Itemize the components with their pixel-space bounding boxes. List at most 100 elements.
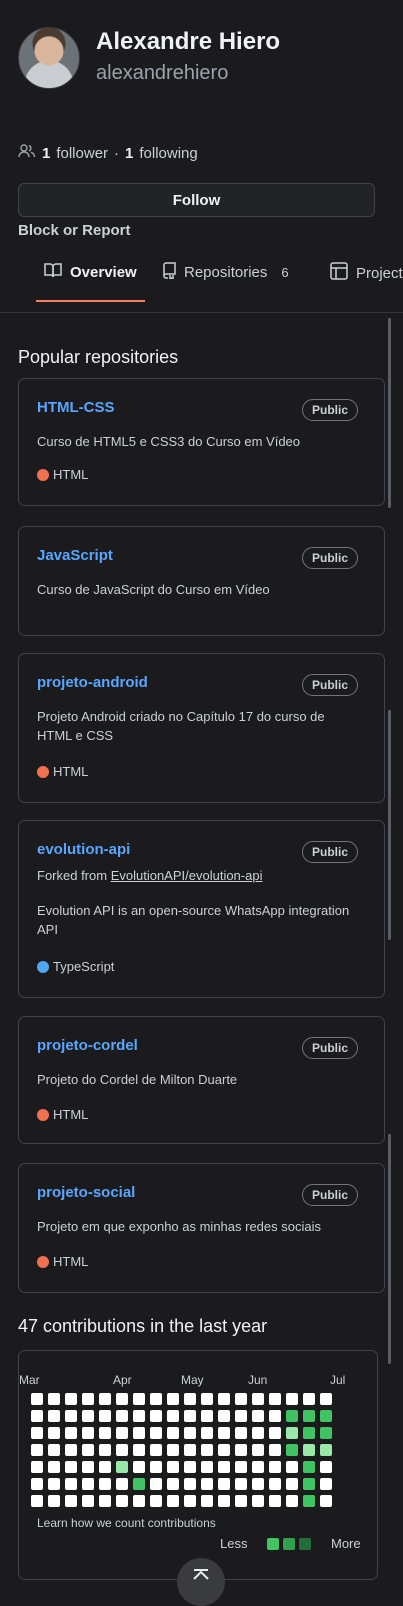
contribution-day[interactable] <box>218 1478 230 1490</box>
contribution-day[interactable] <box>286 1410 298 1422</box>
repo-name-link[interactable]: HTML-CSS <box>37 399 115 416</box>
contribution-day[interactable] <box>167 1461 179 1473</box>
contribution-day[interactable] <box>184 1478 196 1490</box>
contribution-day[interactable] <box>269 1393 281 1405</box>
contribution-day[interactable] <box>150 1478 162 1490</box>
contribution-day[interactable] <box>82 1427 94 1439</box>
contribution-day[interactable] <box>65 1495 77 1507</box>
contribution-day[interactable] <box>133 1393 145 1405</box>
contribution-day[interactable] <box>286 1495 298 1507</box>
contribution-day[interactable] <box>235 1444 247 1456</box>
contribution-day[interactable] <box>201 1444 213 1456</box>
contribution-day[interactable] <box>99 1478 111 1490</box>
tab-overview[interactable]: Overview <box>44 262 137 282</box>
contribution-day[interactable] <box>31 1393 43 1405</box>
contribution-day[interactable] <box>48 1410 60 1422</box>
repo-name-link[interactable]: JavaScript <box>37 547 113 564</box>
contribution-day[interactable] <box>167 1444 179 1456</box>
contribution-day[interactable] <box>252 1495 264 1507</box>
contribution-day[interactable] <box>48 1427 60 1439</box>
repo-name-link[interactable]: projeto-social <box>37 1184 135 1201</box>
contribution-day[interactable] <box>133 1478 145 1490</box>
contribution-day[interactable] <box>252 1410 264 1422</box>
contribution-day[interactable] <box>252 1478 264 1490</box>
contribution-day[interactable] <box>286 1444 298 1456</box>
contribution-day[interactable] <box>218 1393 230 1405</box>
contribution-day[interactable] <box>201 1393 213 1405</box>
repo-name-link[interactable]: evolution-api <box>37 841 130 858</box>
contribution-day[interactable] <box>235 1393 247 1405</box>
scrollbar-segment[interactable] <box>388 710 391 940</box>
contribution-day[interactable] <box>320 1393 332 1405</box>
contribution-day[interactable] <box>218 1410 230 1422</box>
contribution-day[interactable] <box>303 1410 315 1422</box>
contribution-day[interactable] <box>235 1495 247 1507</box>
scrollbar-segment[interactable] <box>388 1134 391 1364</box>
contribution-day[interactable] <box>269 1410 281 1422</box>
contribution-day[interactable] <box>286 1478 298 1490</box>
contribution-day[interactable] <box>286 1461 298 1473</box>
contribution-day[interactable] <box>150 1410 162 1422</box>
contribution-day[interactable] <box>99 1461 111 1473</box>
contribution-day[interactable] <box>303 1461 315 1473</box>
contribution-day[interactable] <box>48 1478 60 1490</box>
contribution-day[interactable] <box>303 1444 315 1456</box>
contribution-day[interactable] <box>133 1495 145 1507</box>
contribution-day[interactable] <box>218 1427 230 1439</box>
contribution-day[interactable] <box>31 1444 43 1456</box>
followers-line[interactable]: 1 follower · 1 following <box>18 144 198 162</box>
contribution-day[interactable] <box>184 1495 196 1507</box>
contribution-day[interactable] <box>167 1393 179 1405</box>
contribution-day[interactable] <box>269 1478 281 1490</box>
contribution-day[interactable] <box>201 1461 213 1473</box>
contribution-day[interactable] <box>99 1427 111 1439</box>
contribution-day[interactable] <box>133 1444 145 1456</box>
tab-projects[interactable]: Projects <box>330 262 403 284</box>
contribution-day[interactable] <box>150 1495 162 1507</box>
contribution-day[interactable] <box>320 1495 332 1507</box>
contribution-day[interactable] <box>320 1444 332 1456</box>
contribution-day[interactable] <box>133 1427 145 1439</box>
block-report-link[interactable]: Block or Report <box>18 222 131 239</box>
contribution-day[interactable] <box>167 1478 179 1490</box>
contribution-day[interactable] <box>65 1427 77 1439</box>
contribution-day[interactable] <box>303 1478 315 1490</box>
contribution-day[interactable] <box>184 1410 196 1422</box>
contribution-day[interactable] <box>65 1478 77 1490</box>
repo-name-link[interactable]: projeto-cordel <box>37 1037 138 1054</box>
contribution-day[interactable] <box>201 1410 213 1422</box>
contribution-day[interactable] <box>31 1495 43 1507</box>
contribution-day[interactable] <box>269 1444 281 1456</box>
contribution-day[interactable] <box>252 1461 264 1473</box>
contribution-day[interactable] <box>48 1444 60 1456</box>
contribution-day[interactable] <box>303 1495 315 1507</box>
contribution-day[interactable] <box>116 1427 128 1439</box>
contribution-day[interactable] <box>99 1393 111 1405</box>
contribution-day[interactable] <box>65 1393 77 1405</box>
contribution-day[interactable] <box>252 1427 264 1439</box>
contribution-day[interactable] <box>133 1461 145 1473</box>
contribution-day[interactable] <box>303 1393 315 1405</box>
contribution-day[interactable] <box>252 1393 264 1405</box>
contribution-day[interactable] <box>82 1410 94 1422</box>
contribution-day[interactable] <box>65 1461 77 1473</box>
contribution-day[interactable] <box>167 1495 179 1507</box>
contribution-day[interactable] <box>31 1478 43 1490</box>
contribution-day[interactable] <box>167 1410 179 1422</box>
learn-contributions-link[interactable]: Learn how we count contributions <box>37 1516 216 1530</box>
contribution-day[interactable] <box>286 1393 298 1405</box>
contribution-day[interactable] <box>82 1478 94 1490</box>
contribution-day[interactable] <box>133 1410 145 1422</box>
contribution-day[interactable] <box>99 1495 111 1507</box>
contribution-day[interactable] <box>218 1495 230 1507</box>
avatar[interactable] <box>18 27 80 89</box>
scroll-to-top-button[interactable] <box>177 1558 225 1606</box>
contribution-day[interactable] <box>116 1495 128 1507</box>
tab-repositories[interactable]: Repositories 6 <box>162 262 289 283</box>
contribution-day[interactable] <box>31 1410 43 1422</box>
contribution-day[interactable] <box>201 1495 213 1507</box>
contribution-day[interactable] <box>82 1393 94 1405</box>
contribution-day[interactable] <box>99 1444 111 1456</box>
contribution-day[interactable] <box>218 1461 230 1473</box>
contribution-day[interactable] <box>82 1461 94 1473</box>
